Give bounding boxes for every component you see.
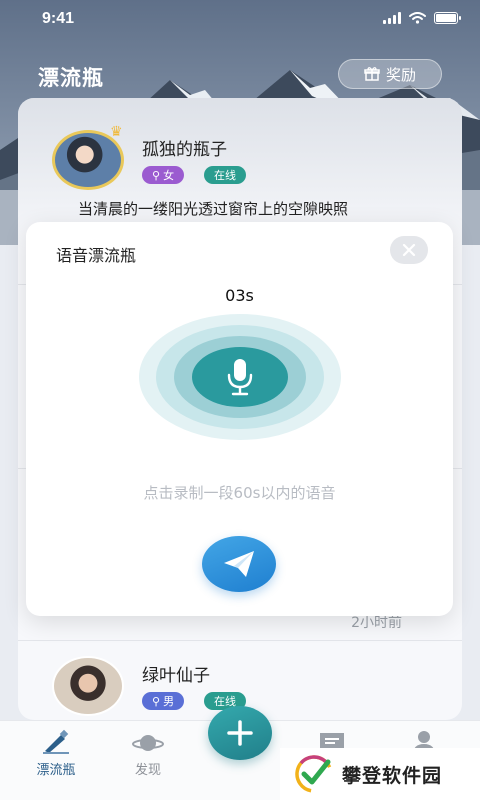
record-button[interactable] [192, 347, 288, 407]
watermark: 攀登软件园 [280, 748, 480, 800]
tab-discover[interactable]: 发现 [108, 729, 188, 778]
modal-title: 语音漂流瓶 [56, 246, 137, 265]
record-rings [139, 314, 341, 440]
bottle-icon [43, 729, 69, 754]
record-hint: 点击录制一段60s以内的语音 [143, 484, 336, 502]
record-timer: 03s [225, 286, 254, 305]
tab-label: 漂流瓶 [36, 763, 76, 778]
send-button[interactable] [202, 536, 276, 592]
plus-icon [227, 720, 253, 746]
tab-label: 发现 [134, 763, 161, 778]
planet-icon [132, 735, 164, 751]
watermark-text: 攀登软件园 [342, 764, 443, 787]
voice-bottle-modal: 语音漂流瓶 03s 点击录制一段60s以内的语音 [26, 222, 453, 616]
tab-bottle[interactable]: 漂流瓶 [16, 729, 96, 778]
check-logo-icon [295, 755, 333, 793]
close-button[interactable] [390, 236, 428, 264]
paper-plane-icon [224, 551, 254, 577]
add-bottle-button[interactable] [208, 706, 272, 760]
microphone-icon [227, 359, 253, 396]
close-icon [402, 243, 416, 257]
